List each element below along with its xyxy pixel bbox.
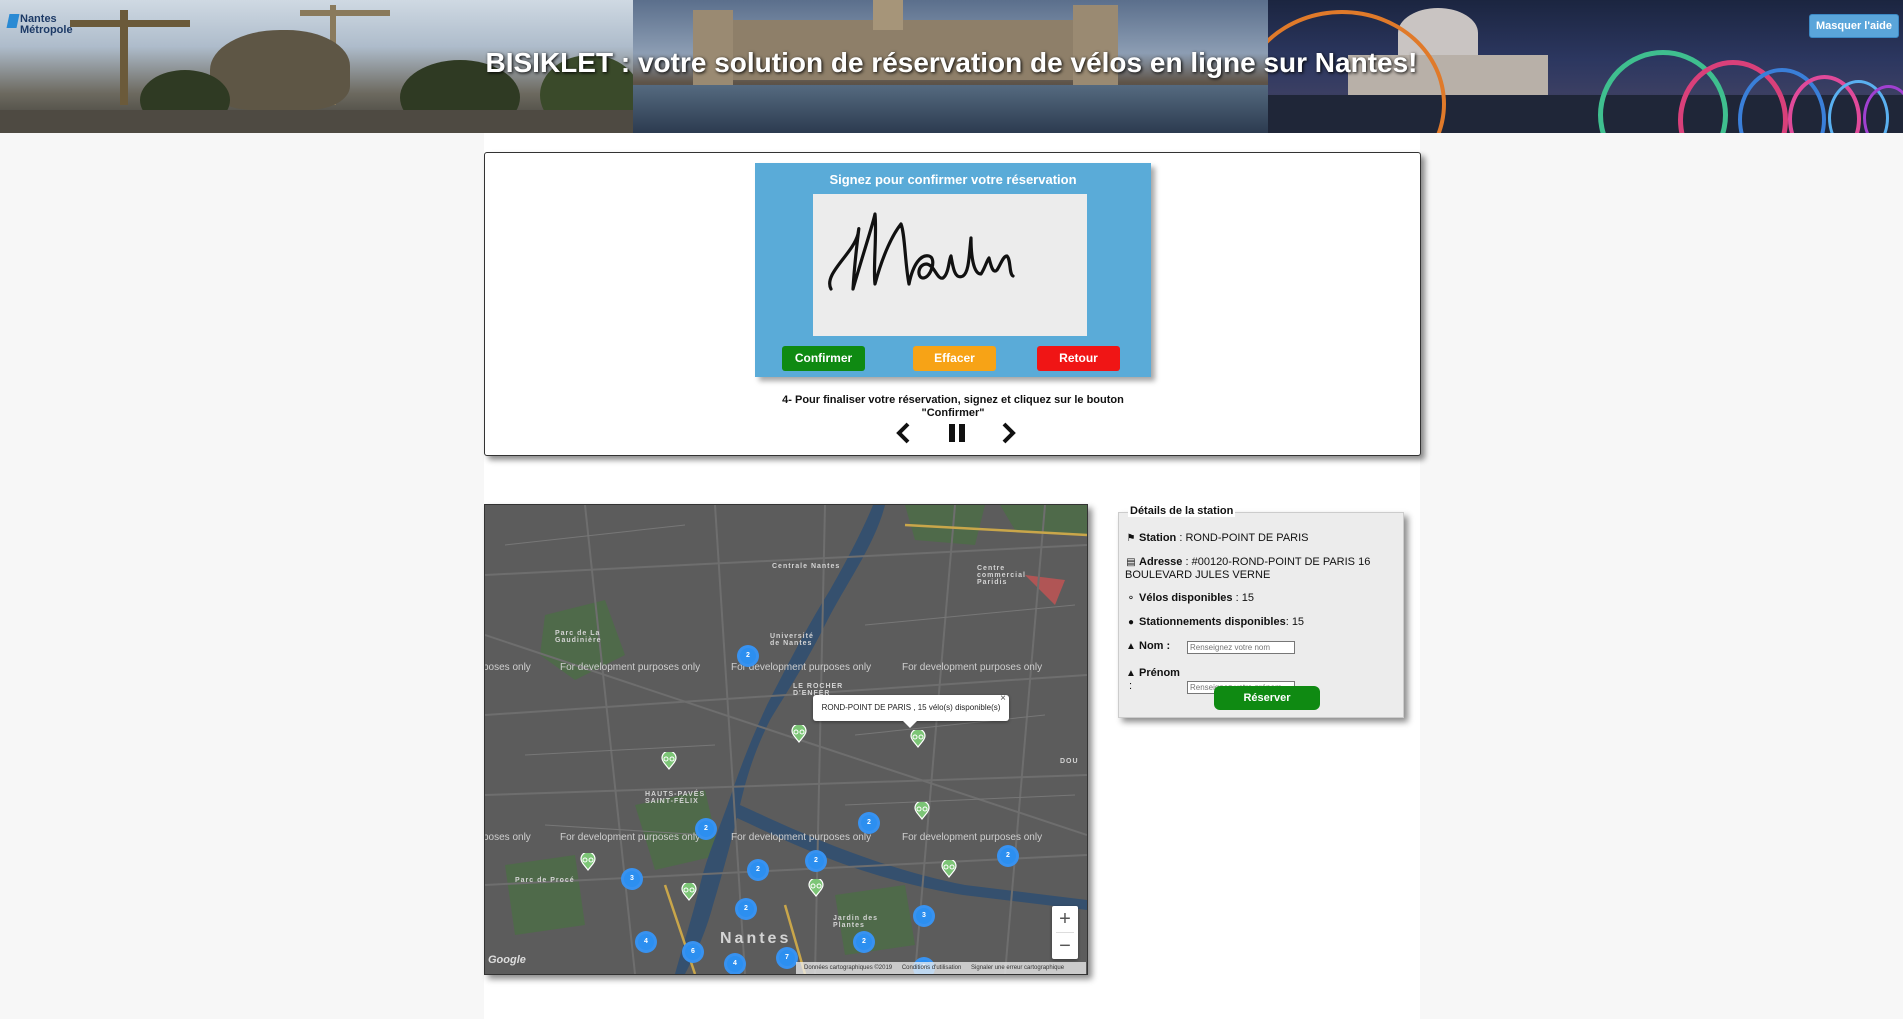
address-value-2: BOULEVARD JULES VERNE: [1125, 569, 1271, 581]
signature-drawing: [828, 212, 1015, 291]
hide-help-button[interactable]: Masquer l'aide: [1809, 14, 1899, 38]
pause-icon[interactable]: [946, 421, 968, 445]
station-info-window: ROND-POINT DE PARIS , 15 vélo(s) disponi…: [813, 693, 1009, 728]
station-cluster[interactable]: 7: [776, 947, 798, 969]
station-value: ROND-POINT DE PARIS: [1185, 532, 1309, 544]
bike-station-marker-icon[interactable]: [681, 883, 697, 901]
prenom-row: ▲ Prénom :: [1126, 667, 1180, 692]
station-row: ⚑ Station : ROND-POINT DE PARIS: [1126, 532, 1309, 544]
close-icon[interactable]: ×: [1000, 686, 1006, 712]
map-label-centre-commercial: Centre commercial Paridis: [977, 565, 1026, 586]
dev-watermark: For development purposes only: [902, 662, 1043, 673]
instruction-line-1: 4- Pour finaliser votre réservation, sig…: [782, 394, 1124, 406]
dev-watermark: For development purposes only: [731, 832, 872, 843]
address-row: ▤ Adresse : #00120-ROND-POINT DE PARIS 16…: [1125, 556, 1371, 581]
slide-instruction: 4- Pour finaliser votre réservation, sig…: [755, 394, 1151, 420]
station-cluster[interactable]: 2: [695, 818, 717, 840]
address-value: #00120-ROND-POINT DE PARIS 16: [1191, 556, 1371, 568]
dev-watermark: For development purposes only: [560, 662, 701, 673]
station-cluster[interactable]: 2: [747, 859, 769, 881]
zoom-in-button[interactable]: +: [1052, 906, 1078, 932]
header-banner: Nantes Métropole BISIKLET : votre soluti…: [0, 0, 1903, 133]
map-attribution: Données cartographiques ©2019 Conditions…: [796, 962, 1086, 974]
bike-station-marker-icon[interactable]: [941, 860, 957, 878]
bike-station-marker-icon[interactable]: [910, 730, 926, 748]
signature-title: Signez pour confirmer votre réservation: [829, 172, 1077, 187]
nantes-metropole-logo[interactable]: Nantes Métropole: [6, 14, 73, 36]
signpost-icon: ⚑: [1126, 533, 1136, 544]
confirm-button[interactable]: Confirmer: [782, 346, 865, 371]
user-icon: ▲: [1126, 641, 1136, 652]
nom-row: ▲ Nom :: [1126, 640, 1171, 652]
station-details-panel: ⚑ Station : ROND-POINT DE PARIS ▤ Adresse …: [1118, 512, 1404, 718]
station-cluster[interactable]: 6: [682, 941, 704, 963]
back-button[interactable]: Retour: [1037, 346, 1120, 371]
map-icon: ▤: [1126, 557, 1136, 568]
map-label-nantes: Nantes: [720, 930, 792, 947]
map-label-gaudiniere: Parc de La Gaudinière: [555, 630, 602, 644]
station-cluster[interactable]: 4: [724, 953, 746, 974]
bike-station-marker-icon[interactable]: [661, 752, 677, 770]
bike-station-marker-icon[interactable]: [791, 725, 807, 743]
map-label-hauts-paves: HAUTS-PAVÉS SAINT-FÉLIX: [645, 791, 706, 805]
reserve-button[interactable]: Réserver: [1214, 686, 1320, 710]
clear-button[interactable]: Effacer: [913, 346, 996, 371]
bike-station-marker-icon[interactable]: [914, 802, 930, 820]
map-label-jardin: Jardin des Plantes: [833, 915, 879, 929]
stands-value: 15: [1291, 616, 1305, 628]
info-window-text: ROND-POINT DE PARIS , 15 vélo(s) disponi…: [821, 703, 1001, 712]
report-error-link[interactable]: Signaler une erreur cartographique: [971, 965, 1064, 971]
nom-input[interactable]: [1187, 641, 1295, 654]
map-label-proce: Parc de Procé: [515, 877, 575, 884]
page-title: BISIKLET : votre solution de réservation…: [485, 47, 1418, 78]
signature-canvas[interactable]: [813, 194, 1087, 336]
station-cluster[interactable]: 2: [858, 812, 880, 834]
station-cluster[interactable]: 3: [913, 905, 935, 927]
station-cluster[interactable]: 3: [621, 868, 643, 890]
bicycle-icon: ⚬: [1126, 593, 1136, 604]
station-cluster[interactable]: 2: [805, 850, 827, 872]
next-slide-icon[interactable]: [997, 421, 1019, 445]
station-details-legend: Détails de la station: [1128, 505, 1236, 517]
attribution-data: Données cartographiques ©2019: [804, 965, 893, 971]
signature-panel: Signez pour confirmer votre réservation …: [755, 163, 1151, 377]
map-label-doulon: DOU: [1060, 758, 1079, 765]
bikes-row: ⚬ Vélos disponibles : 15: [1126, 592, 1254, 604]
google-logo[interactable]: Google: [488, 954, 526, 966]
stands-row: ● Stationnements disponibles: 15: [1125, 616, 1304, 629]
user-icon: ▲: [1126, 668, 1136, 679]
terms-link[interactable]: Conditions d'utilisation: [902, 965, 962, 971]
prev-slide-icon[interactable]: [893, 421, 915, 445]
station-cluster[interactable]: 2: [853, 931, 875, 953]
bike-station-marker-icon[interactable]: [808, 879, 824, 897]
station-cluster[interactable]: 2: [735, 898, 757, 920]
dev-watermark: For development purposes only: [902, 832, 1043, 843]
zoom-controls: + −: [1052, 906, 1078, 959]
map-label-centrale: Centrale Nantes: [772, 563, 841, 570]
dev-watermark: poses only: [484, 662, 531, 673]
help-slideshow: Signez pour confirmer votre réservation …: [484, 152, 1421, 456]
info-icon: ●: [1127, 617, 1135, 628]
zoom-out-button[interactable]: −: [1052, 933, 1078, 959]
dev-watermark: For development purposes only: [560, 832, 701, 843]
bikes-value: 15: [1241, 592, 1254, 604]
dev-watermark: poses only: [484, 832, 531, 843]
station-cluster[interactable]: 4: [635, 931, 657, 953]
station-cluster[interactable]: 2: [997, 845, 1019, 867]
station-cluster[interactable]: 2: [737, 645, 759, 667]
map-label-universite: Université de Nantes: [770, 633, 814, 647]
bike-station-marker-icon[interactable]: [580, 853, 596, 871]
stations-map[interactable]: poses only For development purposes only…: [484, 504, 1088, 975]
instruction-line-2: "Confirmer": [921, 407, 985, 419]
